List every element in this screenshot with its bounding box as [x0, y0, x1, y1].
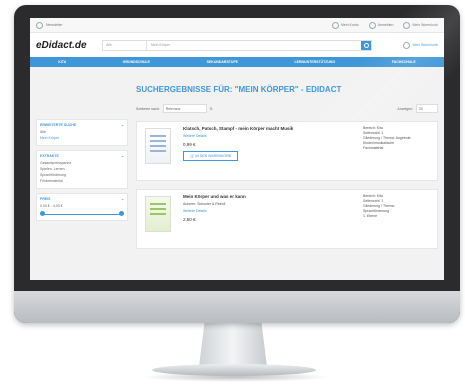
nav-item-grundschule[interactable]: GRUNDSCHULE [123, 60, 150, 64]
user-icon [331, 21, 339, 29]
cart-link[interactable]: Mein Warenkorb [403, 21, 438, 29]
sort-label: Sortieren nach: [136, 106, 160, 111]
filter-box-search: ERWEITERTE SUCHE ⌄ Alle Mein Körper [36, 119, 128, 146]
filter-option[interactable]: Alle [40, 130, 124, 134]
newsletter-link[interactable]: Newsletter [46, 23, 63, 27]
main-nav: KITA GRUNDSCHULE SEKUNDARSTUFE LERNUNTER… [30, 57, 444, 67]
search-button[interactable] [361, 40, 371, 50]
header-cart[interactable]: Mein Warenkorb [378, 41, 438, 49]
screen: Newsletter Mein Konto Anmelden Mein Ware… [30, 18, 444, 280]
results-toolbar: Sortieren nach: Relevanz ⇅ Anzeigen: 20 [136, 104, 438, 113]
slider-track [42, 213, 122, 215]
product-details-link[interactable]: Weitere Details [183, 134, 363, 138]
login-icon [368, 21, 376, 29]
show-count-select[interactable]: 20 [416, 104, 438, 113]
chevron-down-icon[interactable]: ⌄ [121, 154, 124, 158]
product-meta: Bereich: Kita Seitenzahl: 1 Gliederung /… [363, 126, 411, 150]
product-thumbnail[interactable] [145, 128, 171, 164]
product-details-link[interactable]: Weitere Details [183, 209, 363, 213]
slider-handle-min[interactable] [40, 211, 45, 216]
sort-direction-icon[interactable]: ⇅ [210, 107, 213, 111]
nav-item-fachschule[interactable]: FACHSCHULE [392, 60, 416, 64]
product-meta: Bereich: Kita Seitenzahl: 1 Gliederung /… [363, 194, 395, 218]
slider-handle-max[interactable] [119, 211, 124, 216]
filter-option[interactable]: Spielen, Lernen [40, 167, 124, 171]
show-label: Anzeigen: [397, 106, 413, 111]
price-slider[interactable] [40, 211, 124, 217]
header: eDidact.de Alle Mein Körper Mein Warenko… [30, 33, 444, 57]
filter-title: PREIS [40, 197, 51, 201]
chevron-down-icon[interactable]: ⌄ [121, 197, 124, 201]
monitor-stand-foot [152, 364, 316, 376]
monitor-stand-neck [199, 323, 267, 367]
product-price: 0,99 € [183, 142, 196, 147]
filter-box-extracts: EXTRAKTE ⌄ Gesamtpreisspanne Spielen, Ler… [36, 150, 128, 189]
sort-select[interactable]: Relevanz [162, 104, 207, 113]
login-link[interactable]: Anmelden [368, 21, 393, 29]
main-area: ERWEITERTE SUCHE ⌄ Alle Mein Körper EXTRA… [30, 67, 444, 257]
nav-item-kita[interactable]: KITA [58, 60, 66, 64]
filter-title: EXTRAKTE [40, 154, 59, 158]
account-link[interactable]: Mein Konto [331, 21, 359, 29]
nav-item-sekundarstufe[interactable]: SEKUNDARSTUFE [207, 60, 238, 64]
product-price: 2,50 € [183, 217, 196, 222]
filter-option[interactable]: Gesamtpreisspanne [40, 161, 124, 165]
results-content: SUCHERGEBNISSE FÜR: "MEIN KÖRPER" - EDID… [128, 81, 438, 257]
sidebar: ERWEITERTE SUCHE ⌄ Alle Mein Körper EXTRA… [36, 119, 128, 257]
monitor: Newsletter Mein Konto Anmelden Mein Ware… [14, 5, 460, 323]
product-authors: Autoren: Schuster & Reindl [183, 202, 226, 206]
search-category-select[interactable]: Alle [103, 40, 147, 50]
cart-icon [403, 21, 411, 29]
filter-box-price: PREIS ⌄ 0,00 € - 4,00 € [36, 193, 128, 221]
page-title: SUCHERGEBNISSE FÜR: "MEIN KÖRPER" - EDID… [136, 85, 342, 94]
product-card: Klatsch, Patsch, Stampf - mein Körper ma… [136, 121, 438, 181]
nav-item-lernunterstuetzung[interactable]: LERNUNTERSTÜTZUNG [295, 60, 336, 64]
filter-option[interactable]: Mein Körper [40, 136, 124, 140]
filter-option[interactable]: Sprachförderung [40, 173, 124, 177]
product-card: Mein Körper und was er kann Autoren: Sch… [136, 189, 438, 249]
logo[interactable]: eDidact.de [36, 40, 96, 51]
search-icon [363, 42, 369, 48]
filter-title: ERWEITERTE SUCHE [40, 123, 77, 127]
mail-icon [36, 21, 43, 29]
monitor-chin [14, 291, 460, 323]
filter-option[interactable]: Fördermaterial [40, 179, 124, 183]
chevron-down-icon[interactable]: ⌄ [121, 123, 124, 127]
top-bar: Newsletter Mein Konto Anmelden Mein Ware… [30, 18, 444, 33]
basket-icon [403, 41, 411, 49]
price-range-text: 0,00 € - 4,00 € [40, 204, 63, 208]
search-input[interactable]: Mein Körper [147, 43, 361, 47]
search-bar: Alle Mein Körper [102, 39, 372, 51]
product-thumbnail[interactable] [145, 196, 171, 232]
product-title[interactable]: Mein Körper und was er kann [183, 194, 363, 199]
add-to-cart-button[interactable]: 🛒 IN DEN WARENKORB [183, 151, 238, 161]
product-title[interactable]: Klatsch, Patsch, Stampf - mein Körper ma… [183, 126, 363, 131]
